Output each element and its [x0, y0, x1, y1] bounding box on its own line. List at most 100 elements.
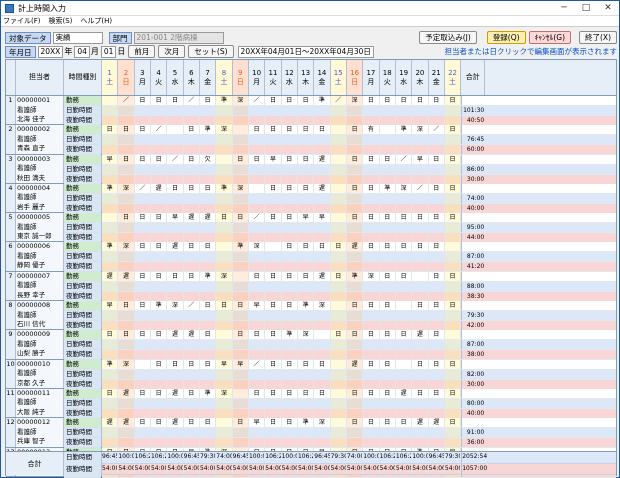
- day-cell[interactable]: 日: [151, 154, 168, 164]
- day-cell[interactable]: [363, 398, 380, 408]
- day-cell[interactable]: 日: [200, 183, 217, 193]
- day-cell[interactable]: [429, 262, 445, 272]
- day-cell[interactable]: [249, 262, 266, 272]
- day-cell[interactable]: [151, 379, 168, 389]
- day-cell[interactable]: 遅: [184, 213, 200, 223]
- day-cell[interactable]: 日: [135, 242, 151, 252]
- day-cell[interactable]: [249, 398, 266, 408]
- day-cell[interactable]: 日: [135, 418, 151, 428]
- day-cell[interactable]: [232, 193, 249, 203]
- day-cell[interactable]: [444, 233, 462, 243]
- day-cell[interactable]: 日: [282, 418, 298, 428]
- menu-search[interactable]: 検索(S): [49, 16, 73, 26]
- day-cell[interactable]: 日: [444, 213, 462, 223]
- day-header-15[interactable]: 15 土: [330, 60, 347, 95]
- day-cell[interactable]: 早: [167, 213, 184, 223]
- day-cell[interactable]: [167, 438, 184, 448]
- day-cell[interactable]: 日: [184, 183, 200, 193]
- day-cell[interactable]: 深: [314, 301, 331, 311]
- day-cell[interactable]: 日: [265, 271, 282, 281]
- close-button[interactable]: 終了(X): [579, 31, 617, 44]
- day-cell[interactable]: [265, 203, 282, 213]
- day-cell[interactable]: 日: [412, 301, 429, 311]
- day-cell[interactable]: 日: [429, 242, 445, 252]
- day-cell[interactable]: 深: [216, 271, 233, 281]
- day-cell[interactable]: 日: [380, 388, 396, 398]
- day-cell[interactable]: [249, 174, 266, 184]
- day-cell[interactable]: 日: [314, 388, 331, 398]
- day-cell[interactable]: [429, 203, 445, 213]
- day-cell[interactable]: [216, 379, 233, 389]
- day-cell[interactable]: [444, 174, 462, 184]
- day-cell[interactable]: [396, 359, 413, 369]
- day-cell[interactable]: 早: [102, 154, 119, 164]
- day-cell[interactable]: [167, 311, 184, 321]
- day-cell[interactable]: [118, 291, 135, 301]
- day-cell[interactable]: [282, 408, 298, 418]
- day-cell[interactable]: [429, 428, 445, 438]
- day-cell[interactable]: 日: [314, 359, 331, 369]
- day-cell[interactable]: 早: [412, 154, 429, 164]
- day-cell[interactable]: [102, 311, 119, 321]
- day-cell[interactable]: [444, 281, 462, 291]
- day-cell[interactable]: 日: [282, 183, 298, 193]
- day-cell[interactable]: 日: [184, 388, 200, 398]
- day-cell[interactable]: 準: [396, 125, 413, 135]
- day-header-11[interactable]: 11 火: [265, 60, 282, 95]
- day-cell[interactable]: 遅: [118, 418, 135, 428]
- day-cell[interactable]: [363, 223, 380, 233]
- day-cell[interactable]: [151, 252, 168, 262]
- day-cell[interactable]: [265, 428, 282, 438]
- day-cell[interactable]: [216, 106, 233, 115]
- day-cell[interactable]: [363, 233, 380, 243]
- day-cell[interactable]: [330, 174, 347, 184]
- day-cell[interactable]: 日: [151, 330, 168, 340]
- day-cell[interactable]: [249, 428, 266, 438]
- day-cell[interactable]: [380, 281, 396, 291]
- day-cell[interactable]: [265, 145, 282, 155]
- day-cell[interactable]: 日: [200, 301, 217, 311]
- day-cell[interactable]: [444, 242, 462, 252]
- day-cell[interactable]: 日: [200, 359, 217, 369]
- day-cell[interactable]: [249, 281, 266, 291]
- day-cell[interactable]: [232, 125, 249, 135]
- day-cell[interactable]: [167, 233, 184, 243]
- day-cell[interactable]: [298, 106, 315, 115]
- year-input[interactable]: 20XX: [37, 45, 64, 58]
- day-cell[interactable]: [232, 262, 249, 272]
- day-cell[interactable]: [282, 174, 298, 184]
- day-cell[interactable]: 日: [444, 271, 462, 281]
- day-cell[interactable]: [282, 398, 298, 408]
- day-cell[interactable]: [396, 135, 413, 145]
- day-cell[interactable]: [412, 291, 429, 301]
- day-cell[interactable]: 日: [363, 418, 380, 428]
- day-cell[interactable]: [200, 350, 217, 360]
- day-cell[interactable]: [265, 340, 282, 350]
- day-cell[interactable]: [102, 408, 119, 418]
- day-cell[interactable]: [282, 291, 298, 301]
- day-cell[interactable]: [216, 135, 233, 145]
- day-header-8[interactable]: 8土: [216, 60, 233, 95]
- day-cell[interactable]: 日: [363, 359, 380, 369]
- day-cell[interactable]: [135, 281, 151, 291]
- day-cell[interactable]: 遅: [429, 418, 445, 428]
- day-cell[interactable]: 日: [380, 418, 396, 428]
- day-cell[interactable]: [232, 398, 249, 408]
- day-cell[interactable]: [167, 116, 184, 125]
- day-cell[interactable]: [102, 438, 119, 448]
- day-cell[interactable]: [412, 281, 429, 291]
- employee-name-cell[interactable]: 00000001 看護師 北海 佳子: [16, 96, 64, 125]
- day-cell[interactable]: [363, 193, 380, 203]
- day-cell[interactable]: [200, 281, 217, 291]
- day-cell[interactable]: [249, 106, 266, 115]
- day-cell[interactable]: [380, 233, 396, 243]
- day-cell[interactable]: 日: [363, 301, 380, 311]
- day-cell[interactable]: [135, 408, 151, 418]
- day-header-19[interactable]: 19 水: [396, 60, 413, 95]
- set-button[interactable]: セット(S): [188, 45, 234, 58]
- day-cell[interactable]: [200, 379, 217, 389]
- day-cell[interactable]: 日: [380, 301, 396, 311]
- day-cell[interactable]: [314, 203, 331, 213]
- day-cell[interactable]: [314, 145, 331, 155]
- day-cell[interactable]: [118, 223, 135, 233]
